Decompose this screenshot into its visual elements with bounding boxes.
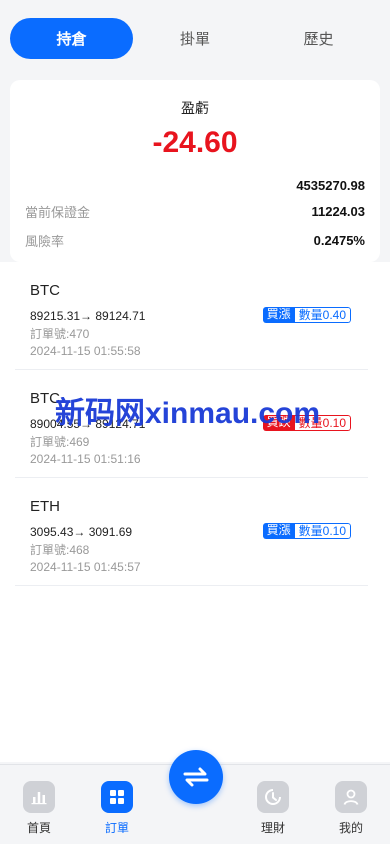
- divider: [15, 585, 368, 586]
- nav-home-label: 首頁: [26, 821, 51, 835]
- nav-mine-label: 我的: [338, 821, 363, 835]
- order-price: 89215.31→ 89124.71: [30, 309, 146, 323]
- tab-pending-orders[interactable]: 掛單: [133, 18, 257, 59]
- order-price: 3095.43→ 3091.69: [30, 525, 133, 539]
- order-qty: 數量0.10: [294, 523, 351, 539]
- total-value: 4535270.98: [296, 177, 365, 193]
- order-number: 訂單號:469: [30, 435, 90, 449]
- tab-holdings[interactable]: 持倉: [10, 17, 133, 59]
- margin-value: 11224.03: [311, 203, 365, 219]
- pl-label: 盈虧: [181, 100, 209, 116]
- swap-arrows-icon: [183, 767, 209, 787]
- risk-value: 0.2475%: [313, 232, 365, 248]
- order-side: 買漲: [262, 307, 295, 323]
- grid-icon: [101, 781, 133, 813]
- nav-mine[interactable]: 我的: [326, 781, 376, 836]
- order-number: 訂單號:470: [30, 327, 90, 341]
- order-side: 買漲: [262, 523, 295, 539]
- order-time: 2024-11-15 01:55:58: [30, 344, 141, 358]
- bar-chart-icon: [23, 781, 55, 813]
- margin-row: 當前保證金 11224.03: [25, 201, 365, 221]
- order-symbol: BTC: [30, 282, 60, 299]
- nav-orders[interactable]: 訂單: [92, 781, 142, 836]
- risk-label: 風險率: [25, 233, 65, 249]
- account-summary-card: 盈虧 -24.60 4535270.98 當前保證金 11224.03 風險率 …: [10, 80, 380, 262]
- tab-history[interactable]: 歷史: [257, 18, 380, 59]
- order-number: 訂單號:468: [30, 543, 90, 557]
- pl-value: -24.60: [152, 126, 238, 159]
- order-badge: 買漲 數量0.40: [262, 307, 351, 323]
- clock-icon: [257, 781, 289, 813]
- trade-swap-button[interactable]: [169, 750, 223, 804]
- risk-row: 風險率 0.2475%: [25, 230, 365, 250]
- list-item[interactable]: BTC 89215.31→ 89124.71 訂單號:470 2024-11-1…: [0, 262, 390, 370]
- order-time: 2024-11-15 01:51:16: [30, 452, 141, 466]
- total-value-row: 4535270.98: [25, 175, 365, 195]
- margin-label: 當前保證金: [25, 204, 91, 220]
- top-tab-bar: 持倉 掛單 歷史: [0, 0, 390, 76]
- order-time: 2024-11-15 01:45:57: [30, 560, 141, 574]
- nav-finance[interactable]: 理財: [248, 781, 298, 836]
- position-list: BTC 89215.31→ 89124.71 訂單號:470 2024-11-1…: [0, 262, 390, 762]
- nav-home[interactable]: 首頁: [14, 781, 64, 836]
- order-badge: 買漲 數量0.10: [262, 523, 351, 539]
- nav-finance-label: 理財: [260, 821, 285, 835]
- list-item[interactable]: ETH 3095.43→ 3091.69 訂單號:468 2024-11-15 …: [0, 478, 390, 586]
- order-qty: 數量0.40: [294, 307, 351, 323]
- order-symbol: ETH: [30, 498, 60, 515]
- nav-orders-label: 訂單: [104, 821, 129, 835]
- user-icon: [335, 781, 367, 813]
- watermark-overlay: 新码网xinmau.com: [55, 397, 321, 430]
